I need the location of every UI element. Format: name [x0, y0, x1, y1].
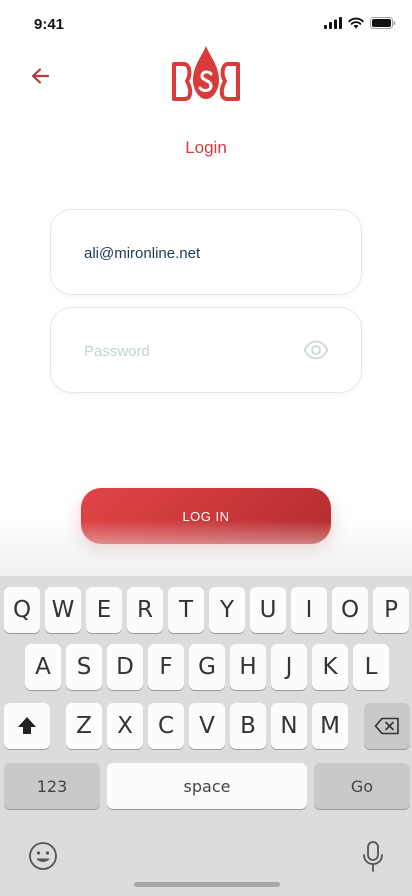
shift-icon	[18, 717, 36, 734]
key-a[interactable]: A	[25, 644, 61, 690]
key-t[interactable]: T	[168, 587, 204, 633]
email-field[interactable]	[50, 209, 362, 295]
status-time: 9:41	[34, 16, 65, 33]
key-d[interactable]: D	[107, 644, 143, 690]
key-z[interactable]: Z	[66, 703, 102, 749]
cellular-signal-icon	[324, 17, 342, 29]
key-q[interactable]: Q	[4, 587, 40, 633]
arrow-left-icon	[31, 68, 50, 84]
key-s[interactable]: S	[66, 644, 102, 690]
back-button[interactable]	[28, 64, 54, 88]
key-e[interactable]: E	[86, 587, 122, 633]
key-b[interactable]: B	[230, 703, 266, 749]
key-n[interactable]: N	[271, 703, 307, 749]
key-k[interactable]: K	[312, 644, 348, 690]
key-w[interactable]: W	[45, 587, 81, 633]
bsb-logo	[172, 44, 240, 102]
key-l[interactable]: L	[353, 644, 389, 690]
email-input[interactable]	[84, 238, 324, 268]
key-v[interactable]: V	[189, 703, 225, 749]
keyboard: Q W E R T Y U I O P A S D F G H J K L Z …	[0, 576, 412, 896]
go-key[interactable]: Go	[314, 763, 410, 809]
backspace-key[interactable]	[364, 703, 410, 749]
key-j[interactable]: J	[271, 644, 307, 690]
password-field[interactable]	[50, 307, 362, 393]
status-icons	[324, 17, 396, 29]
key-r[interactable]: R	[127, 587, 163, 633]
eye-icon[interactable]	[303, 339, 329, 361]
key-f[interactable]: F	[148, 644, 184, 690]
emoji-button[interactable]	[27, 840, 59, 872]
keyboard-fade	[0, 520, 412, 576]
key-x[interactable]: X	[107, 703, 143, 749]
status-bar: 9:41	[0, 0, 412, 48]
numbers-key[interactable]: 123	[4, 763, 100, 809]
key-o[interactable]: O	[332, 587, 368, 633]
key-y[interactable]: Y	[209, 587, 245, 633]
battery-icon	[370, 17, 396, 29]
key-i[interactable]: I	[291, 587, 327, 633]
key-c[interactable]: C	[148, 703, 184, 749]
key-u[interactable]: U	[250, 587, 286, 633]
shift-key[interactable]	[4, 703, 50, 749]
emoji-icon	[29, 842, 57, 870]
wifi-icon	[348, 17, 364, 29]
microphone-icon	[363, 841, 383, 872]
backspace-icon	[374, 717, 399, 735]
space-key[interactable]: space	[107, 763, 307, 809]
key-g[interactable]: G	[189, 644, 225, 690]
key-h[interactable]: H	[230, 644, 266, 690]
microphone-button[interactable]	[360, 840, 386, 874]
key-m[interactable]: M	[312, 703, 348, 749]
password-input[interactable]	[84, 336, 324, 366]
page-title: Login	[185, 138, 227, 157]
key-p[interactable]: P	[373, 587, 409, 633]
home-indicator	[134, 882, 280, 887]
